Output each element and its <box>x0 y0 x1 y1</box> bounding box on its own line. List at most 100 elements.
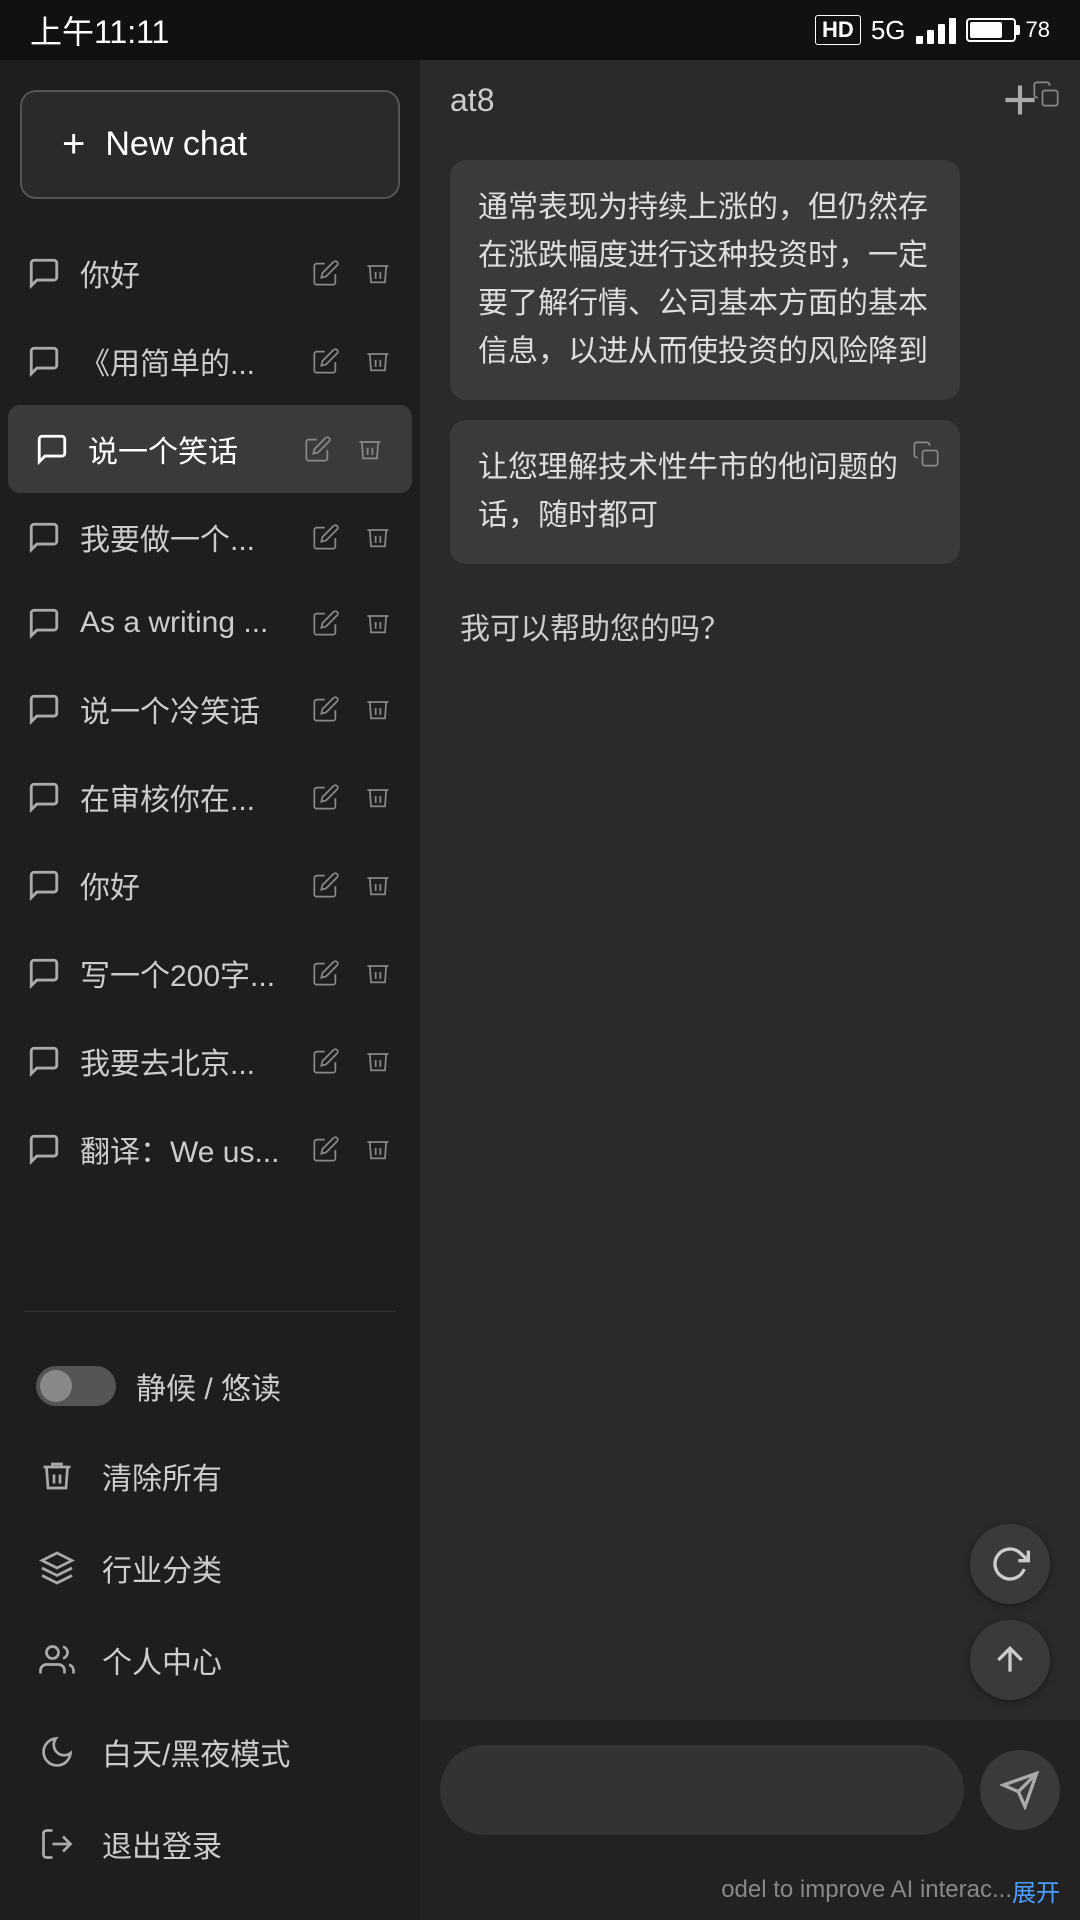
chat-item-9[interactable]: 写一个200字... <box>0 929 420 1017</box>
chat-item-1[interactable]: 你好 <box>0 229 420 317</box>
scroll-up-button[interactable] <box>970 1620 1050 1700</box>
chat-actions <box>308 343 396 379</box>
edit-button[interactable] <box>308 255 344 291</box>
clear-all-label: 清除所有 <box>102 1454 222 1498</box>
delete-button[interactable] <box>360 1131 396 1167</box>
message-1: 通常表现为持续上涨的，但仍然存在涨跌幅度进行这种投资时，一定要了解行情、公司基本… <box>450 160 960 400</box>
profile-icon <box>36 1639 78 1681</box>
network-label: 5G <box>871 15 906 46</box>
chat-actions <box>308 255 396 291</box>
new-chat-button[interactable]: + New chat <box>20 90 400 199</box>
help-text-content: 我可以帮助您的吗？ <box>460 613 730 646</box>
toggle-row: 静候 / 悠读 <box>0 1342 420 1430</box>
clear-all-item[interactable]: 清除所有 <box>0 1430 420 1522</box>
edit-button[interactable] <box>308 779 344 815</box>
delete-button[interactable] <box>360 779 396 815</box>
trash-icon <box>36 1455 78 1497</box>
chat-bubble-icon <box>24 689 64 729</box>
chat-item-5[interactable]: As a writing ... <box>0 581 420 665</box>
delete-button[interactable] <box>360 255 396 291</box>
edit-button[interactable] <box>300 431 336 467</box>
profile-label: 个人中心 <box>102 1638 222 1682</box>
chat-item-7[interactable]: 在审核你在... <box>0 753 420 841</box>
plus-icon: + <box>62 122 85 167</box>
chat-item-10[interactable]: 我要去北京... <box>0 1017 420 1105</box>
main-header: at8 <box>420 60 1080 140</box>
chat-bubble-icon <box>24 865 64 905</box>
delete-button[interactable] <box>360 867 396 903</box>
chat-content: 通常表现为持续上涨的，但仍然存在涨跌幅度进行这种投资时，一定要了解行情、公司基本… <box>420 140 1080 1720</box>
help-text: 我可以帮助您的吗？ <box>450 584 1050 668</box>
industry-item[interactable]: 行业分类 <box>0 1522 420 1614</box>
chat-bubble-icon <box>24 517 64 557</box>
chat-actions <box>308 955 396 991</box>
delete-button[interactable] <box>360 605 396 641</box>
chat-actions <box>308 779 396 815</box>
chat-item-3[interactable]: 说一个笑话 <box>8 405 412 493</box>
logout-icon <box>36 1823 78 1865</box>
chat-item-8[interactable]: 你好 <box>0 841 420 929</box>
chat-bubble-icon <box>32 429 72 469</box>
sidebar-bottom: 静候 / 悠读 清除所有 行业分类 个人中心 <box>0 1332 420 1920</box>
edit-button[interactable] <box>308 1131 344 1167</box>
chat-actions <box>308 867 396 903</box>
delete-button[interactable] <box>360 343 396 379</box>
expand-link[interactable]: 展开 <box>1012 1873 1060 1908</box>
chat-actions <box>308 605 396 641</box>
main-content: at8 通常表现为持续上涨的，但仍然存在涨跌幅度进行这种投资时，一定要了解行情、… <box>420 60 1080 1920</box>
message-1-text: 通常表现为持续上涨的，但仍然存在涨跌幅度进行这种投资时，一定要了解行情、公司基本… <box>478 191 928 368</box>
theme-label: 白天/黑夜模式 <box>102 1730 290 1774</box>
edit-button[interactable] <box>308 519 344 555</box>
chat-item-2[interactable]: 《用简单的... <box>0 317 420 405</box>
chat-bubble-icon <box>24 1129 64 1169</box>
message-input[interactable] <box>440 1745 964 1835</box>
chat-bubble-icon <box>24 341 64 381</box>
chat-item-4[interactable]: 我要做一个... <box>0 493 420 581</box>
edit-button[interactable] <box>308 1043 344 1079</box>
toggle-switch[interactable] <box>36 1366 116 1406</box>
chat-item-6[interactable]: 说一个冷笑话 <box>0 665 420 753</box>
chat-title: 说一个冷笑话 <box>80 687 308 731</box>
float-actions <box>970 1524 1050 1700</box>
battery-indicator: 78 <box>966 17 1050 43</box>
chat-list: 你好 《用简单的... <box>0 219 420 1291</box>
profile-item[interactable]: 个人中心 <box>0 1614 420 1706</box>
industry-label: 行业分类 <box>102 1546 222 1590</box>
delete-button[interactable] <box>360 955 396 991</box>
logout-label: 退出登录 <box>102 1822 222 1866</box>
sidebar: + New chat 你好 《用简单的... <box>0 60 420 1920</box>
edit-button[interactable] <box>308 955 344 991</box>
chat-title: 在审核你在... <box>80 775 308 819</box>
chat-actions <box>308 1043 396 1079</box>
edit-button[interactable] <box>308 343 344 379</box>
edit-button[interactable] <box>308 605 344 641</box>
chat-title: 我要做一个... <box>80 515 308 559</box>
hd-badge: HD <box>815 15 861 45</box>
refresh-button[interactable] <box>970 1524 1050 1604</box>
toggle-label: 静候 / 悠读 <box>136 1364 281 1408</box>
bottom-hint-text: odel to improve AI interac... <box>721 1876 1012 1904</box>
chat-title: 你好 <box>80 863 308 907</box>
chat-actions <box>308 519 396 555</box>
message-2-text: 让您理解技术性牛市的他问题的话，随时都可 <box>478 451 898 532</box>
delete-button[interactable] <box>360 519 396 555</box>
edit-button[interactable] <box>308 691 344 727</box>
status-bar: 上午11:11 HD 5G 78 <box>0 0 1080 60</box>
delete-button[interactable] <box>360 691 396 727</box>
send-button[interactable] <box>980 1750 1060 1830</box>
chat-title: 你好 <box>80 251 308 295</box>
delete-button[interactable] <box>352 431 388 467</box>
message-2: 让您理解技术性牛市的他问题的话，随时都可 <box>450 420 960 564</box>
theme-item[interactable]: 白天/黑夜模式 <box>0 1706 420 1798</box>
edit-button[interactable] <box>308 867 344 903</box>
chat-item-11[interactable]: 翻译：We us... <box>0 1105 420 1193</box>
chat-bubble-icon <box>24 1041 64 1081</box>
toggle-knob <box>40 1370 72 1402</box>
sidebar-divider <box>24 1311 396 1312</box>
delete-button[interactable] <box>360 1043 396 1079</box>
logout-item[interactable]: 退出登录 <box>0 1798 420 1890</box>
copy-button-1[interactable] <box>908 436 944 472</box>
battery-percent: 78 <box>1026 17 1050 43</box>
bottom-hint: odel to improve AI interac... 展开 <box>420 1860 1080 1920</box>
chat-bubble-icon <box>24 953 64 993</box>
